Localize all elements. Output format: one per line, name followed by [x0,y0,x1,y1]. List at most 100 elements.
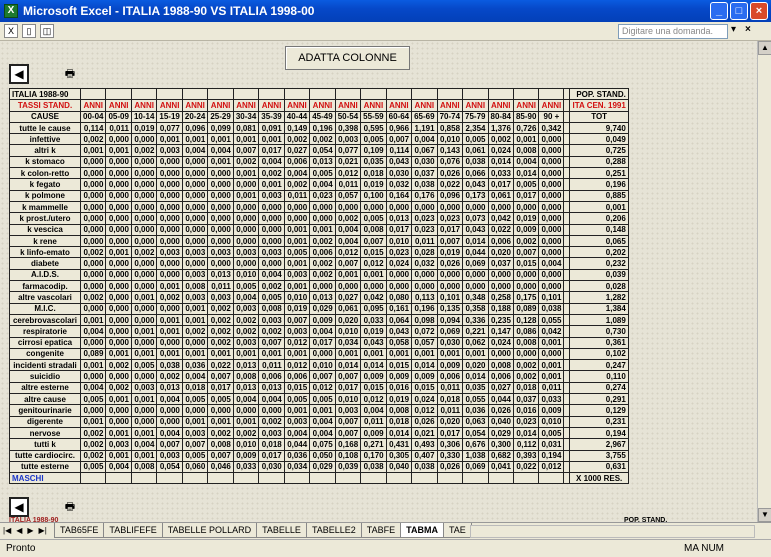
rate-cell[interactable]: 0,009 [232,449,260,462]
rate-cell[interactable]: 0,001 [130,291,158,304]
rate-cell[interactable]: 0,008 [207,438,234,451]
rate-cell[interactable]: 0,000 [79,280,107,293]
rate-cell[interactable]: 0,001 [207,155,234,169]
rate-cell[interactable]: 0,000 [156,212,183,225]
anni-header[interactable]: ANNI [105,99,132,112]
back-arrow-icon[interactable]: ◀ [9,64,29,84]
rate-cell[interactable]: 0,075 [309,438,336,451]
rate-cell[interactable]: 0,001 [360,347,387,361]
rate-cell[interactable]: 0,000 [462,268,489,282]
rate-cell[interactable]: 0,069 [462,460,489,474]
rate-cell[interactable]: 0,035 [462,381,489,395]
rate-cell[interactable]: 0,001 [360,268,387,282]
blank-cell[interactable] [411,472,438,485]
rate-cell[interactable]: 0,013 [385,212,413,225]
rate-cell[interactable]: 0,005 [232,280,260,293]
rate-cell[interactable]: 0,058 [385,336,413,349]
rate-cell[interactable]: 0,000 [130,155,158,169]
rate-cell[interactable]: 0,002 [283,133,311,146]
total-cell[interactable]: 3,755 [569,449,629,462]
rate-cell[interactable]: 0,348 [462,291,489,304]
blank-cell[interactable] [462,87,489,101]
blank-cell[interactable] [130,472,158,485]
blank-cell[interactable] [538,87,565,101]
rate-cell[interactable]: 0,013 [207,268,234,282]
rate-cell[interactable]: 0,000 [462,280,489,293]
rate-cell[interactable]: 0,023 [411,212,438,225]
rate-cell[interactable]: 0,000 [79,336,107,349]
dropdown-arrow-icon[interactable]: ▾ [731,24,736,35]
rate-cell[interactable]: 0,018 [360,167,387,180]
rate-cell[interactable]: 0,029 [309,302,336,315]
cause-name-cell[interactable]: altre cause [9,393,81,406]
rate-cell[interactable]: 0,000 [283,200,311,214]
age-group-header[interactable]: 90 + [538,110,565,123]
cause-name-cell[interactable]: diabete [9,257,81,270]
rate-cell[interactable]: 0,007 [334,257,362,270]
rate-cell[interactable]: 0,001 [334,347,362,361]
rate-cell[interactable]: 0,002 [512,370,540,383]
anni-header[interactable]: ANNI [309,99,336,112]
rate-cell[interactable]: 0,057 [334,189,362,202]
age-group-header[interactable]: 40-44 [283,110,311,123]
rate-cell[interactable]: 0,062 [462,336,489,349]
rate-cell[interactable]: 0,001 [283,234,311,248]
rate-cell[interactable]: 0,003 [283,415,311,428]
rate-cell[interactable]: 0,043 [462,178,489,191]
rate-cell[interactable]: 0,000 [156,155,183,169]
rate-cell[interactable]: 0,004 [283,426,311,440]
rate-cell[interactable]: 0,000 [105,223,132,236]
total-cell[interactable]: 0,028 [569,280,629,293]
rate-cell[interactable]: 0,000 [105,234,132,248]
rate-cell[interactable]: 0,011 [207,280,234,293]
anni-header[interactable]: ANNI [385,99,413,112]
blank-cell[interactable] [334,472,362,485]
rate-cell[interactable]: 0,008 [130,460,158,474]
rate-cell[interactable]: 0,004 [130,438,158,451]
rate-cell[interactable]: 0,001 [385,347,413,361]
rate-cell[interactable]: 0,030 [411,155,438,169]
rate-cell[interactable]: 0,149 [283,121,311,135]
rate-cell[interactable]: 0,011 [334,178,362,191]
rate-cell[interactable]: 0,000 [258,404,285,417]
rate-cell[interactable]: 0,003 [181,426,209,440]
rate-cell[interactable]: 0,010 [232,438,260,451]
age-group-header[interactable]: 15-19 [156,110,183,123]
rate-cell[interactable]: 0,000 [79,404,107,417]
total-cell[interactable]: 0,291 [569,393,629,406]
rate-cell[interactable]: 0,006 [258,370,285,383]
rate-cell[interactable]: 0,011 [258,359,285,372]
rate-cell[interactable]: 0,002 [105,381,132,395]
maschi-label[interactable]: MASCHI [9,472,81,485]
rate-cell[interactable]: 0,000 [385,280,413,293]
rate-cell[interactable]: 0,009 [512,223,540,236]
rate-cell[interactable]: 0,002 [283,178,311,191]
rate-cell[interactable]: 0,003 [258,189,285,202]
units-label[interactable]: X 1000 RES. [569,472,629,485]
rate-cell[interactable]: 0,026 [436,460,464,474]
rate-cell[interactable]: 0,017 [258,449,285,462]
age-group-header[interactable]: 25-29 [207,110,234,123]
rate-cell[interactable]: 0,002 [207,426,234,440]
cause-name-cell[interactable]: suicidio [9,370,81,383]
rate-cell[interactable]: 0,004 [181,370,209,383]
rate-cell[interactable]: 0,004 [181,144,209,157]
rate-cell[interactable]: 0,003 [181,291,209,304]
rate-cell[interactable]: 0,098 [411,313,438,327]
rate-cell[interactable]: 0,001 [283,404,311,417]
rate-cell[interactable]: 0,013 [232,359,260,372]
rate-cell[interactable]: 0,032 [385,178,413,191]
rate-cell[interactable]: 0,000 [538,178,565,191]
sheet-tab[interactable]: TABELLE [256,523,307,538]
rate-cell[interactable]: 0,002 [258,167,285,180]
total-cell[interactable]: 0,039 [569,268,629,282]
horizontal-scrollbar[interactable] [470,525,755,538]
rate-cell[interactable]: 0,003 [283,325,311,338]
rate-cell[interactable]: 0,077 [156,121,183,135]
age-group-header[interactable]: 30-34 [232,110,260,123]
rate-cell[interactable]: 0,072 [411,325,438,338]
rate-cell[interactable]: 0,493 [411,438,438,451]
rate-cell[interactable]: 0,000 [181,200,209,214]
age-group-header[interactable]: 35-39 [258,110,285,123]
rate-cell[interactable]: 0,000 [105,257,132,270]
